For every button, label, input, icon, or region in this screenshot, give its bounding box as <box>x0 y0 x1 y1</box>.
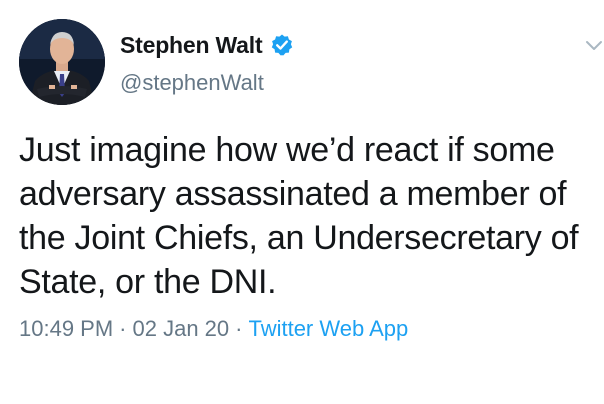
avatar[interactable] <box>19 19 105 105</box>
author-name-row[interactable]: Stephen Walt <box>120 28 294 62</box>
tweet-metadata: 10:49 PM · 02 Jan 20 · Twitter Web App <box>19 316 408 342</box>
meta-separator: · <box>235 316 243 341</box>
display-name[interactable]: Stephen Walt <box>120 32 263 59</box>
tweet-source-link[interactable]: Twitter Web App <box>248 316 408 342</box>
tweet-text: Just imagine how we’d react if some adve… <box>19 131 579 301</box>
author-handle[interactable]: @stephenWalt <box>120 70 264 96</box>
tweet-date[interactable]: 02 Jan 20 <box>133 316 230 342</box>
tweet-card: Stephen Walt @stephenWalt Just imagine h… <box>0 0 604 404</box>
chevron-down-icon[interactable] <box>584 38 604 54</box>
meta-separator: · <box>119 316 127 341</box>
tweet-time[interactable]: 10:49 PM <box>19 316 113 342</box>
avatar-photo <box>19 19 105 105</box>
verified-badge-icon <box>270 33 294 57</box>
